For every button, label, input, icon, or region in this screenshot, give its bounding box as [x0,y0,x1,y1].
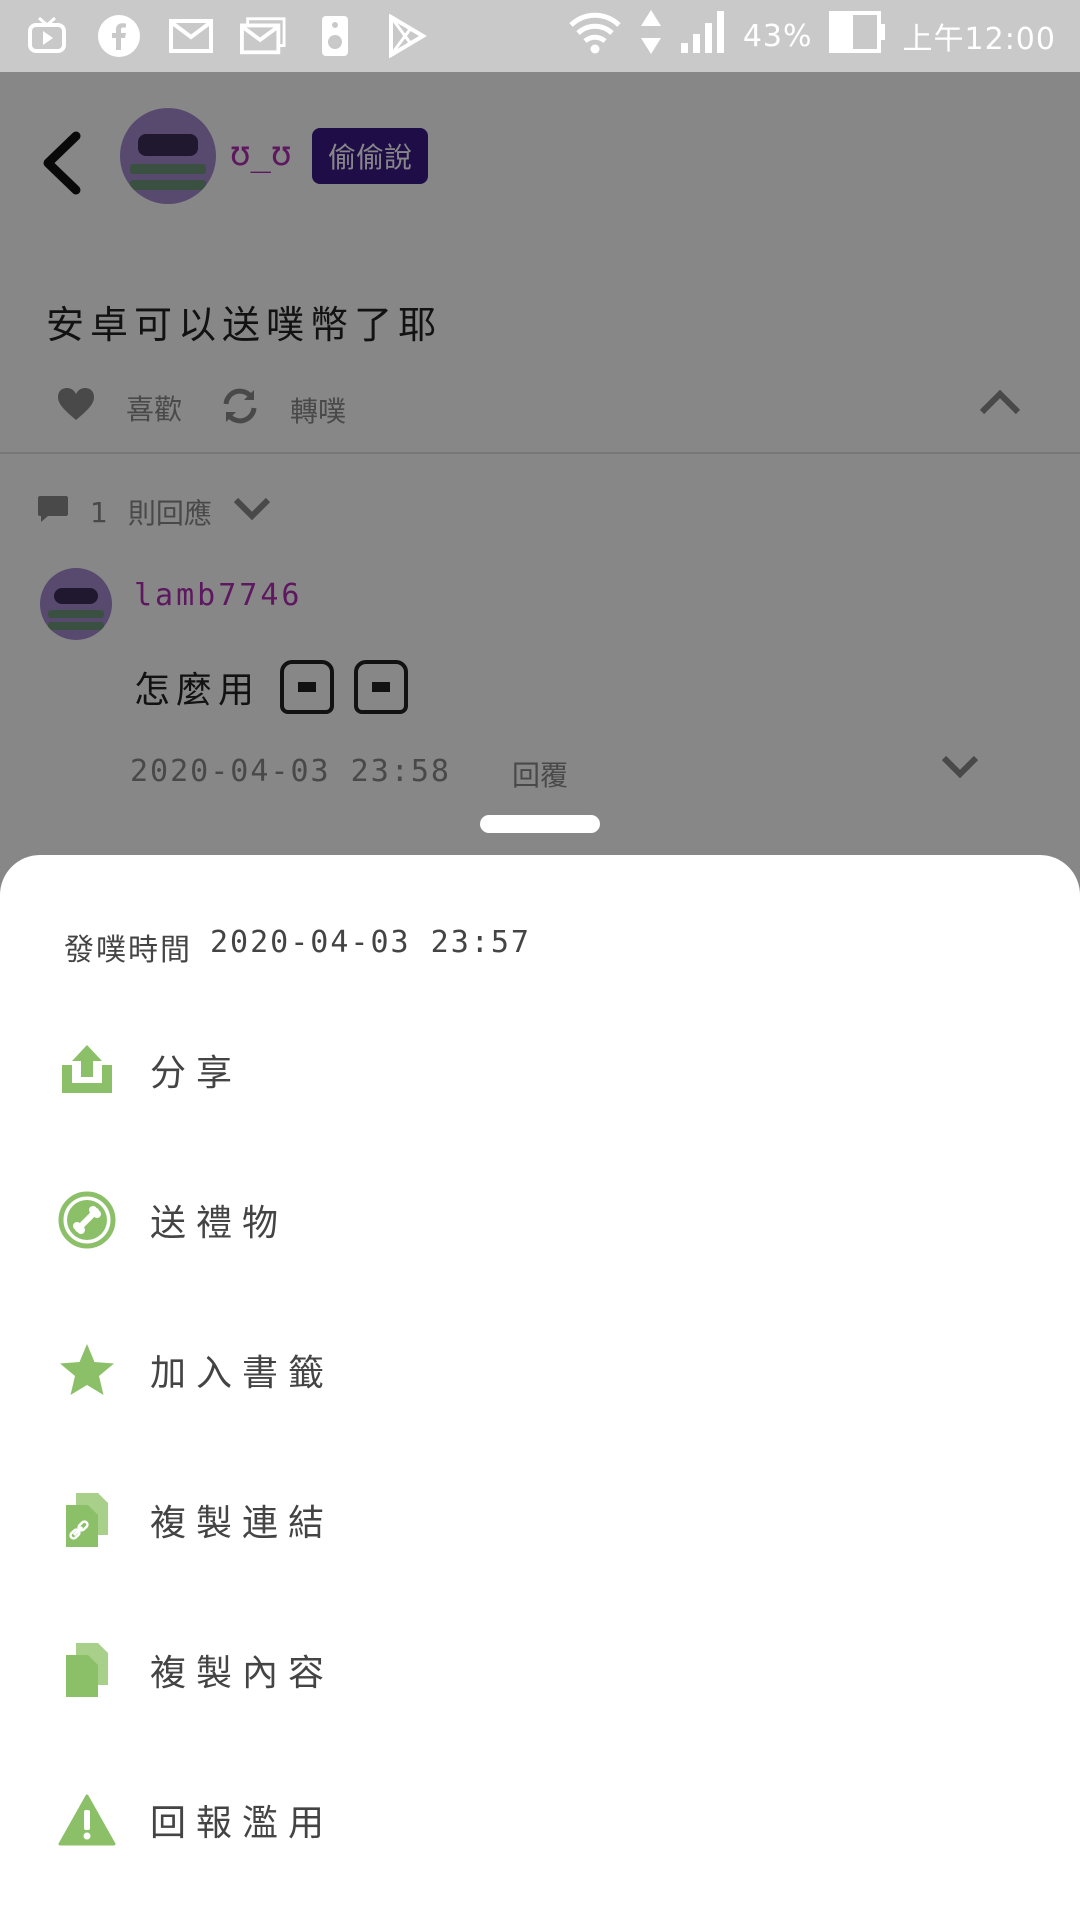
signal-icon [679,9,727,63]
system-status: 43% 上午12:00 [567,8,1056,64]
menu-label: 回報濫用 [150,1803,335,1844]
menu-item-bookmark[interactable]: 加入書籤 [0,1295,1080,1445]
gmail-stack-icon [240,13,286,59]
copy-link-icon [58,1491,116,1549]
menu-item-copy-link[interactable]: 複製連結 [0,1445,1080,1595]
facebook-icon [96,13,142,59]
star-icon [58,1341,116,1399]
share-icon [58,1041,116,1099]
notification-icons [24,13,430,59]
clock: 上午12:00 [902,22,1056,57]
wifi-icon [567,9,623,63]
menu-item-report-abuse[interactable]: 回報濫用 [0,1745,1080,1895]
post-options-sheet: 發噗時間 2020-04-03 23:57 分享 送禮物 加入書籤 複製連結 複… [0,855,1080,1920]
menu-item-share[interactable]: 分享 [0,995,1080,1145]
tv-app-icon [24,13,70,59]
status-bar: 43% 上午12:00 [0,0,1080,72]
gift-icon [58,1191,116,1249]
copy-content-icon [58,1641,116,1699]
battery-percentage: 43% [742,18,813,54]
menu-label: 複製內容 [150,1653,335,1694]
menu-label: 加入書籤 [150,1353,335,1394]
menu-label: 送禮物 [150,1203,289,1244]
warning-icon [58,1791,116,1849]
post-time: 發噗時間 2020-04-03 23:57 [64,925,531,969]
menu-item-copy-content[interactable]: 複製內容 [0,1595,1080,1745]
play-store-icon [384,13,430,59]
battery-icon [828,11,887,61]
menu-label: 複製連結 [150,1503,335,1544]
options-menu: 分享 送禮物 加入書籤 複製連結 複製內容 回報濫用 [0,995,1080,1895]
sheet-drag-handle[interactable] [480,815,600,833]
gmail-icon [168,13,214,59]
menu-item-gift[interactable]: 送禮物 [0,1145,1080,1295]
data-transfer-icon [639,8,663,64]
post-time-value: 2020-04-03 23:57 [210,925,531,960]
speaker-icon [312,13,358,59]
post-time-label: 發噗時間 [64,933,192,968]
menu-label: 分享 [150,1053,243,1094]
